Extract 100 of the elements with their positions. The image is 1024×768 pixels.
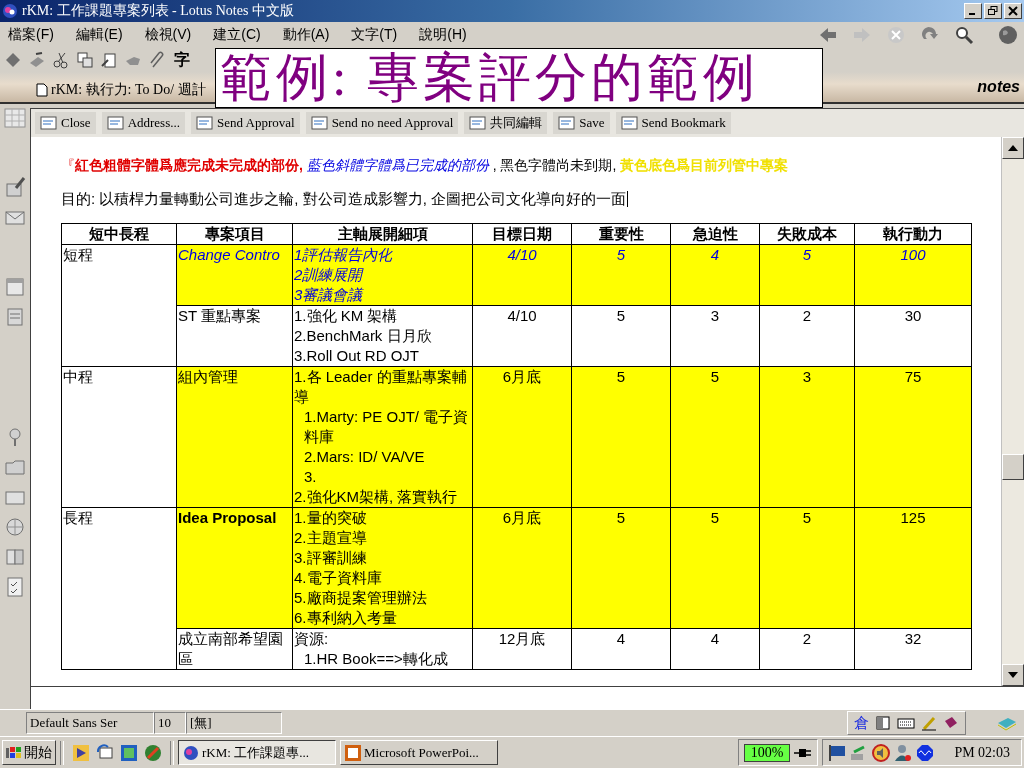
checklist-icon[interactable] <box>4 576 26 598</box>
table-cell: 125 <box>854 507 972 629</box>
taskbar-button[interactable]: rKM: 工作課題專... <box>178 740 336 765</box>
start-button[interactable]: 開始 <box>2 740 56 765</box>
font-name-field[interactable]: Default Sans Ser <box>26 712 154 734</box>
column-header: 急迫性 <box>670 223 760 245</box>
column-header: 重要性 <box>571 223 671 245</box>
document-icon <box>469 115 488 131</box>
column-header: 執行動力 <box>854 223 972 245</box>
menu-item[interactable]: 編輯(E) <box>75 26 123 44</box>
scroll-up-icon[interactable] <box>1002 137 1024 159</box>
wave-icon[interactable] <box>916 743 935 762</box>
table-cell: 12月底 <box>472 628 572 670</box>
table-cell: 短程 <box>61 244 177 367</box>
vertical-scrollbar[interactable] <box>1001 137 1024 686</box>
input-method-button[interactable]: 倉 <box>854 713 869 733</box>
restore-icon <box>988 6 998 16</box>
document-tab[interactable]: rKM: 執行力: To Do/ 週計 <box>32 78 210 102</box>
table-cell: 75 <box>854 366 972 508</box>
style-field[interactable]: [無] <box>186 712 282 734</box>
table-cell: 資源: 1.HR Book==>轉化成 <box>292 628 473 670</box>
action-button[interactable]: Send Bookmark <box>615 112 731 134</box>
table-cell: 1評估報告內化 2訓練展開 3審議會議 <box>292 244 473 306</box>
purpose-text: 目的: 以積桿力量轉動公司進步之輪, 對公司造成影響力, 企圖把公司文化導向好的一面 <box>61 189 626 209</box>
paste-icon[interactable] <box>100 51 118 69</box>
search-icon[interactable] <box>954 25 974 45</box>
sync-icon[interactable] <box>96 743 114 762</box>
half-width-icon[interactable] <box>875 715 891 731</box>
table-cell: 4 <box>670 628 760 670</box>
action-button[interactable]: Address... <box>101 112 185 134</box>
column-header: 失敗成本 <box>759 223 855 245</box>
keyboard-icon[interactable] <box>897 715 915 731</box>
window-title: rKM: 工作課題專案列表 - Lotus Notes 中文版 <box>22 2 294 20</box>
menu-item[interactable]: 說明(H) <box>419 26 467 44</box>
taskbar-button[interactable]: Microsoft PowerPoi... <box>340 740 498 765</box>
action-button[interactable]: Send no need Approval <box>305 112 459 134</box>
brand-logo: notes <box>977 78 1021 96</box>
table-cell: 5 <box>571 366 671 508</box>
speaker-icon[interactable] <box>872 743 891 762</box>
files-icon[interactable] <box>4 546 26 568</box>
table-cell: 30 <box>854 305 972 367</box>
diamond-icon[interactable] <box>4 51 22 69</box>
table-cell: 4/10 <box>472 244 572 306</box>
action-button[interactable]: Send Approval <box>191 112 300 134</box>
table-cell: 1.強化 KM 架構 2.BenchMark 日月欣 3.Roll Out RD OJT <box>292 305 473 367</box>
slide-icon <box>345 744 361 761</box>
pen-icon[interactable] <box>4 176 26 198</box>
table-cell: 2 <box>759 305 855 367</box>
legend-text: 『紅色粗體字體爲應完成未完成的部份, 藍色斜體字體爲已完成的部份 , 黑色字體尚未到期, 黃色底色爲目前列管中專案 <box>61 156 790 175</box>
font-size-field[interactable]: 10 <box>154 712 186 734</box>
scissors-icon[interactable] <box>52 51 70 69</box>
table-cell: 6月底 <box>472 366 572 508</box>
document-icon <box>310 115 329 131</box>
scroll-down-icon[interactable] <box>1002 664 1024 686</box>
document-icon <box>196 115 214 131</box>
table-cell: 6月底 <box>472 507 572 629</box>
restore-button[interactable] <box>984 3 1002 19</box>
menu-item[interactable]: 檔案(F) <box>8 26 54 44</box>
play-icon[interactable] <box>72 743 90 762</box>
action-button[interactable]: 共同編輯 <box>464 112 548 134</box>
desktop-icon[interactable] <box>120 743 138 762</box>
user-icon[interactable] <box>894 743 913 762</box>
globe-icon[interactable] <box>998 25 1018 45</box>
table-cell: 5 <box>571 244 671 306</box>
table-cell: 5 <box>670 366 760 508</box>
app-icon <box>183 744 199 761</box>
table-cell: 中程 <box>61 366 177 508</box>
table-cell: 4/10 <box>472 305 572 367</box>
table-cell: 2 <box>759 628 855 670</box>
calendar-icon[interactable] <box>4 276 26 298</box>
copy-icon[interactable] <box>76 51 94 69</box>
document-icon <box>106 115 125 131</box>
globe-icon[interactable] <box>4 516 26 538</box>
minimize-button[interactable] <box>964 3 982 19</box>
flag-icon[interactable] <box>828 743 847 762</box>
column-header: 專案項目 <box>176 223 293 245</box>
menu-item[interactable]: 動作(A) <box>282 26 330 44</box>
plug-icon <box>794 746 813 759</box>
action-button[interactable]: Close <box>35 112 96 134</box>
text-cursor <box>627 191 628 207</box>
minimize-icon <box>968 13 975 15</box>
paperclip-icon[interactable] <box>148 51 166 69</box>
table-cell: 5 <box>571 305 671 367</box>
menu-item[interactable]: 文字(T) <box>351 26 398 44</box>
table-cell: 1.各 Leader 的重點專案輔導 1.Marty: PE OJT/ 電子資料庫 2.Mars: ID/ VA/VE 3. 2.強化KM架構, 落實執行 <box>292 366 473 508</box>
font-button[interactable]: 字 <box>172 49 192 71</box>
menu-item[interactable]: 檢視(V) <box>144 26 192 44</box>
caption-banner: 範例: 專案評分的範例 <box>215 48 823 108</box>
table-cell: 組內管理 <box>176 366 293 508</box>
table-cell: 5 <box>759 244 855 306</box>
pencil-icon[interactable] <box>921 715 937 731</box>
table-cell: ST 重點專案 <box>176 305 293 367</box>
table-cell: 3 <box>670 305 760 367</box>
table-cell: 4 <box>670 244 760 306</box>
menu-item[interactable]: 建立(C) <box>213 26 261 44</box>
document-icon <box>40 115 58 131</box>
action-button[interactable]: Save <box>553 112 610 134</box>
back-arrow-icon[interactable] <box>818 25 838 45</box>
close-button[interactable] <box>1004 3 1022 19</box>
scroll-thumb[interactable] <box>1002 454 1024 480</box>
